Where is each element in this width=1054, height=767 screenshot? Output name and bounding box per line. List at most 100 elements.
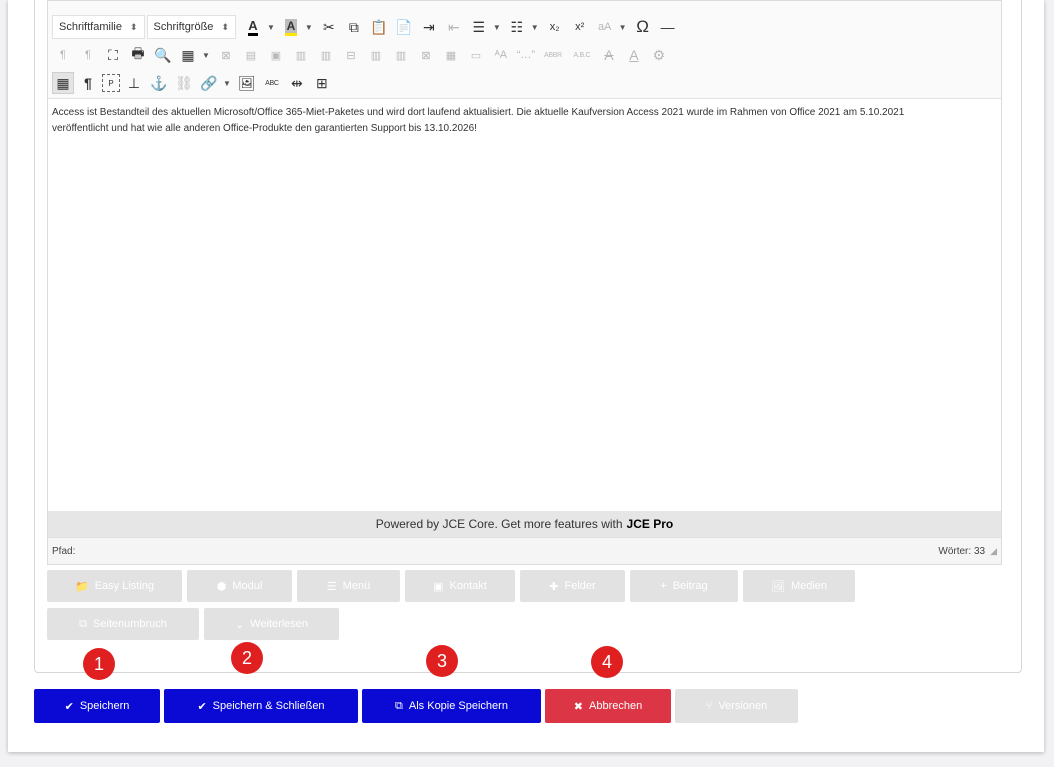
medien-button[interactable]: 🖼 Medien [743, 570, 855, 602]
style-icon[interactable]: ᴬA [490, 44, 512, 66]
text-case-icon[interactable]: aA [594, 16, 616, 38]
paste-text-icon[interactable]: 📄 [393, 16, 415, 38]
superscript-icon[interactable]: x² [569, 16, 591, 38]
unlink-icon[interactable]: ⛓ [173, 72, 195, 94]
print-icon[interactable]: 🖶 [127, 44, 149, 66]
seitenumbruch-button[interactable]: ⧉ Seitenumbruch [47, 608, 199, 640]
search-icon[interactable]: 🔍 [152, 44, 174, 66]
paragraph-block-icon[interactable]: P [102, 74, 120, 92]
font-size-label: Schriftgröße [153, 21, 214, 33]
rtl-icon[interactable]: ¶ [77, 44, 99, 66]
toolbar-row-1: Schriftfamilie ⬍ Schriftgröße ⬍ A ▼ A ▼ ✂ ⧉ … [52, 13, 682, 41]
save-copy-button[interactable]: ⧉ Als Kopie Speichern [362, 689, 541, 723]
easy-listing-button[interactable]: 📁 Easy Listing [47, 570, 182, 602]
visual-aid-icon[interactable]: ▦ [52, 72, 74, 94]
font-color-icon[interactable]: A [242, 16, 264, 38]
branch-icon: ⑂ [705, 700, 713, 712]
delete-table-icon[interactable]: ⊠ [215, 44, 237, 66]
dropdown-arrow-icon[interactable]: ▼ [493, 23, 501, 32]
settings-icon[interactable]: ⚙ [648, 44, 670, 66]
copy-icon: ⧉ [79, 617, 87, 630]
link-icon[interactable]: 🔗 [198, 72, 220, 94]
cut-icon[interactable]: ✂ [318, 16, 340, 38]
quote-icon[interactable]: “…” [515, 44, 537, 66]
weiterlesen-button[interactable]: ⌄ Weiterlesen [204, 608, 339, 640]
dropdown-arrow-icon[interactable]: ▼ [223, 79, 231, 88]
unordered-list-icon[interactable]: ☷ [506, 16, 528, 38]
cell-props-icon[interactable]: ▣ [265, 44, 287, 66]
row-props-icon[interactable]: ▤ [240, 44, 262, 66]
nonbreaking-icon[interactable]: ⊞ [311, 72, 333, 94]
delete-col-icon[interactable]: ⊠ [415, 44, 437, 66]
font-family-select[interactable]: Schriftfamilie ⬍ [52, 15, 145, 39]
special-char-icon[interactable]: Ω [632, 16, 654, 38]
dropdown-arrow-icon[interactable]: ▼ [267, 23, 275, 32]
plus-icon: + [660, 580, 667, 592]
editor-content-area[interactable]: Access ist Bestandteil des aktuellen Mic… [52, 105, 992, 137]
font-size-select[interactable]: Schriftgröße ⬍ [146, 15, 236, 39]
merge-cells-icon[interactable]: ▭ [465, 44, 487, 66]
insert-col-before-icon[interactable]: ▥ [365, 44, 387, 66]
ltr-icon[interactable]: ¶ [52, 44, 74, 66]
background-color-icon[interactable]: A [280, 16, 302, 38]
versions-button[interactable]: ⑂ Versionen [675, 689, 798, 723]
cancel-button[interactable]: ✖ Abbrechen [545, 689, 671, 723]
copy-icon[interactable]: ⧉ [343, 16, 365, 38]
image-icon[interactable]: 🖼 [236, 72, 258, 94]
dropdown-arrow-icon[interactable]: ▼ [305, 23, 313, 32]
folder-icon: 📁 [74, 580, 89, 593]
powered-prefix: Powered by JCE Core. Get more features w… [375, 517, 623, 531]
delete-row-icon[interactable]: ⊟ [340, 44, 362, 66]
paste-icon[interactable]: 📋 [368, 16, 390, 38]
split-cells-icon[interactable]: ▦ [440, 44, 462, 66]
table-icon[interactable]: ▦ [177, 44, 199, 66]
insert-col-after-icon[interactable]: ▥ [390, 44, 412, 66]
indent-icon[interactable]: ⇥ [418, 16, 440, 38]
dropdown-arrow-icon[interactable]: ▼ [619, 23, 627, 32]
medien-label: Medien [790, 580, 828, 592]
callout-badge-2: 2 [231, 642, 263, 674]
content-line-2: veröffentlicht und hat wie alle anderen … [52, 123, 477, 134]
save-button[interactable]: ✔ Speichern [34, 689, 160, 723]
fullscreen-icon[interactable]: ⛶ [102, 44, 124, 66]
anchor-icon[interactable]: ⚓ [148, 72, 170, 94]
weiterlesen-label: Weiterlesen [250, 618, 309, 630]
strikethrough-icon[interactable]: A [598, 44, 620, 66]
menu-button[interactable]: ☰ Menü [297, 570, 400, 602]
cube-icon: ⬢ [216, 580, 227, 593]
kontakt-button[interactable]: ▣ Kontakt [405, 570, 515, 602]
select-caret-icon: ⬍ [221, 21, 229, 32]
resize-handle-icon[interactable]: ◢ [990, 546, 997, 556]
word-count: Wörter: 33 ◢ [938, 546, 997, 557]
callout-badge-1: 1 [83, 648, 115, 680]
editor-panel: Schriftfamilie ⬍ Schriftgröße ⬍ A ▼ A ▼ ✂ ⧉ … [34, 0, 1022, 673]
underline-icon[interactable]: A [623, 44, 645, 66]
acronym-icon[interactable]: A.B.C [569, 44, 595, 66]
spellcheck-icon[interactable]: ABC [261, 72, 283, 94]
callout-badge-3: 3 [426, 645, 458, 677]
horizontal-rule-icon[interactable]: — [657, 16, 679, 38]
felder-button[interactable]: ✚ Felder [520, 570, 625, 602]
kontakt-label: Kontakt [449, 580, 487, 592]
image-icon: 🖼 [770, 580, 785, 593]
page: Schriftfamilie ⬍ Schriftgröße ⬍ A ▼ A ▼ ✂ ⧉ … [8, 0, 1044, 752]
select-caret-icon: ⬍ [129, 21, 138, 32]
page-break-icon[interactable]: ⇹ [286, 72, 308, 94]
anchor-insert-icon[interactable]: ⊥ [123, 72, 145, 94]
abbr-icon[interactable]: ABBR [540, 44, 566, 66]
insert-row-after-icon[interactable]: ▥ [315, 44, 337, 66]
cancel-label: Abbrechen [589, 700, 643, 712]
modul-button[interactable]: ⬢ Modul [187, 570, 292, 602]
beitrag-button[interactable]: + Beitrag [630, 570, 738, 602]
save-close-button[interactable]: ✔ Speichern & Schließen [164, 689, 358, 723]
dropdown-arrow-icon[interactable]: ▼ [202, 51, 210, 60]
jce-pro-link[interactable]: JCE Pro [627, 517, 674, 531]
puzzle-icon: ✚ [549, 580, 559, 593]
ordered-list-icon[interactable]: ☰ [468, 16, 490, 38]
visual-chars-icon[interactable]: ¶ [77, 72, 99, 94]
copy-icon: ⧉ [395, 699, 403, 712]
outdent-icon[interactable]: ⇤ [443, 16, 465, 38]
dropdown-arrow-icon[interactable]: ▼ [531, 23, 539, 32]
insert-row-before-icon[interactable]: ▥ [290, 44, 312, 66]
subscript-icon[interactable]: x₂ [544, 16, 566, 38]
